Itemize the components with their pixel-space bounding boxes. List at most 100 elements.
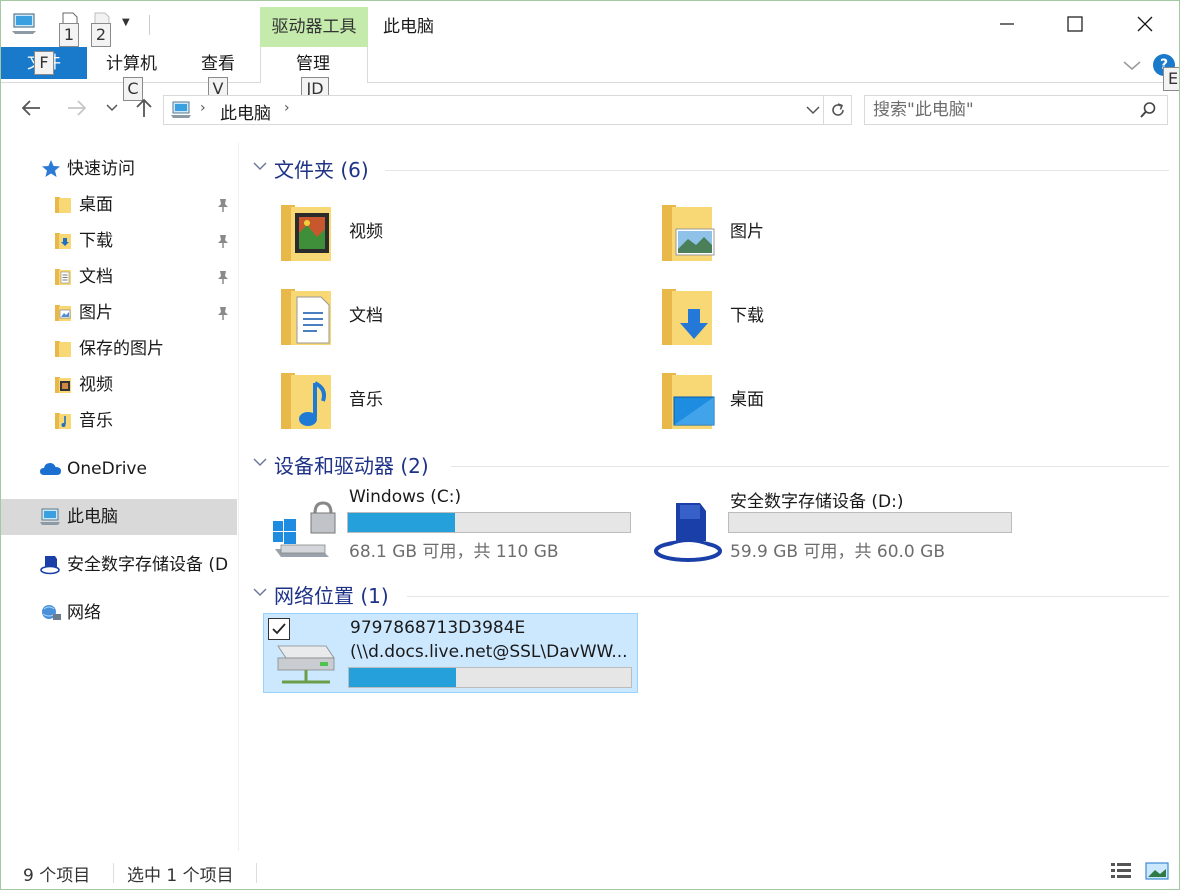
- pin-icon[interactable]: [215, 233, 231, 249]
- sd-card-icon: [654, 503, 722, 562]
- drive-usage-fill: [348, 513, 456, 532]
- download-folder-icon: [55, 233, 71, 249]
- search-box[interactable]: [864, 95, 1168, 125]
- sidebar-item-label: 网络: [67, 603, 101, 623]
- back-button[interactable]: [19, 96, 43, 120]
- up-button[interactable]: [132, 96, 156, 120]
- network-usage-fill: [349, 668, 457, 687]
- expand-ribbon-chevron-icon[interactable]: [1121, 55, 1143, 75]
- folder-tile-pictures[interactable]: 图片: [622, 193, 962, 269]
- picture-folder-icon: [662, 205, 715, 261]
- cloud-icon: [40, 463, 61, 475]
- sidebar-item-label: 图片: [79, 303, 113, 323]
- sidebar-item-saved-pictures[interactable]: 保存的图片: [1, 331, 237, 367]
- document-folder-icon: [281, 289, 331, 345]
- group-header-folders[interactable]: 文件夹 (6): [241, 147, 1179, 187]
- sidebar-item-onedrive[interactable]: OneDrive: [1, 451, 237, 487]
- sidebar-item-videos[interactable]: 视频: [1, 367, 237, 403]
- minimize-button[interactable]: [971, 1, 1043, 47]
- sidebar-item-network[interactable]: 网络: [1, 595, 237, 631]
- close-icon: [1137, 16, 1153, 32]
- folder-tile-videos[interactable]: 视频: [241, 193, 581, 269]
- computer-icon[interactable]: [11, 11, 39, 37]
- folder-tile-documents[interactable]: 文档: [241, 277, 581, 353]
- sidebar-item-label: 文档: [79, 267, 113, 287]
- music-folder-icon: [281, 373, 331, 429]
- window-title: 此电脑: [383, 17, 434, 37]
- sidebar-item-music[interactable]: 音乐: [1, 403, 237, 439]
- group-title: 设备和驱动器 (2): [274, 454, 429, 478]
- search-input[interactable]: [873, 99, 1133, 121]
- keytip-file: F: [34, 51, 54, 75]
- folder-label: 文档: [349, 306, 383, 326]
- navigation-bar: › 此电脑 ›: [1, 84, 1179, 134]
- chevron-down-icon: [253, 458, 267, 467]
- forward-button[interactable]: [65, 96, 89, 120]
- sidebar-item-label: 保存的图片: [79, 339, 164, 359]
- video-folder-icon: [55, 377, 71, 393]
- folder-label: 下载: [730, 306, 764, 326]
- drive-tile-d[interactable]: 安全数字存储设备 (D:) 59.9 GB 可用，共 60.0 GB: [622, 483, 1012, 567]
- close-button[interactable]: [1109, 1, 1179, 47]
- folder-tile-downloads[interactable]: 下载: [622, 277, 962, 353]
- network-location-tile[interactable]: 9797868713D3984E (\\d.docs.live.net@SSL\…: [263, 613, 638, 693]
- sidebar-item-this-pc[interactable]: 此电脑: [1, 499, 237, 535]
- group-divider: [451, 466, 1169, 467]
- folder-icon: [55, 341, 71, 357]
- folder-icon: [55, 197, 71, 213]
- folder-label: 视频: [349, 222, 383, 242]
- address-bar[interactable]: › 此电脑 ›: [163, 95, 852, 125]
- network-location-name: 9797868713D3984E: [350, 618, 526, 638]
- folder-tile-desktop[interactable]: 桌面: [622, 361, 962, 437]
- sidebar-item-label: 视频: [79, 375, 113, 395]
- refresh-icon: [831, 103, 844, 116]
- maximize-button[interactable]: [1039, 1, 1111, 47]
- group-header-devices[interactable]: 设备和驱动器 (2): [241, 443, 1179, 483]
- sidebar-item-desktop[interactable]: 桌面: [1, 187, 237, 223]
- group-header-network[interactable]: 网络位置 (1): [241, 573, 1179, 613]
- pin-icon[interactable]: [215, 269, 231, 285]
- video-folder-icon: [281, 205, 331, 261]
- sidebar-item-label: 安全数字存储设备 (D: [67, 555, 229, 575]
- sidebar-item-label: 快速访问: [67, 159, 135, 179]
- sidebar-item-label: 此电脑: [67, 507, 118, 527]
- status-bar: 9 个项目 选中 1 个项目: [1, 853, 1179, 889]
- group-title: 文件夹 (6): [274, 158, 369, 182]
- music-folder-icon: [55, 413, 71, 429]
- drive-free-space: 59.9 GB 可用，共 60.0 GB: [730, 542, 945, 562]
- sidebar-item-quick-access[interactable]: 快速访问: [1, 151, 237, 187]
- large-icons-view-icon[interactable]: [1145, 861, 1169, 881]
- drive-name: 安全数字存储设备 (D:): [730, 492, 904, 512]
- sidebar-item-documents[interactable]: 文档: [1, 259, 237, 295]
- drive-tools-tab[interactable]: 驱动器工具: [260, 7, 368, 47]
- computer-icon: [40, 508, 60, 525]
- sidebar-item-sd-card[interactable]: 安全数字存储设备 (D: [1, 547, 237, 583]
- sidebar-item-label: 音乐: [79, 411, 113, 431]
- sidebar-item-downloads[interactable]: 下载: [1, 223, 237, 259]
- computer-icon: [171, 101, 191, 118]
- network-icon: [42, 605, 61, 620]
- pin-icon[interactable]: [215, 305, 231, 321]
- content-pane: 文件夹 (6) 视频 图片 文档 下载 音乐 桌面 设备和驱动器 (2) Win…: [241, 143, 1179, 851]
- arrow-left-icon: [21, 100, 40, 116]
- status-item-count: 9 个项目: [23, 866, 91, 886]
- pin-icon[interactable]: [215, 197, 231, 213]
- folder-tile-music[interactable]: 音乐: [241, 361, 581, 437]
- group-divider: [407, 596, 1169, 597]
- search-icon[interactable]: [1139, 101, 1157, 119]
- recent-locations-button[interactable]: [100, 96, 124, 120]
- download-folder-icon: [662, 289, 712, 345]
- breadcrumb-separator-icon[interactable]: ›: [200, 100, 206, 116]
- arrow-right-icon: [68, 100, 87, 116]
- customize-toolbar-chevron-icon[interactable]: ▼: [122, 17, 136, 43]
- breadcrumb-this-pc[interactable]: 此电脑: [220, 99, 271, 124]
- details-view-icon[interactable]: [1109, 861, 1133, 881]
- star-icon: [42, 160, 60, 177]
- drive-tile-c[interactable]: Windows (C:) 68.1 GB 可用，共 110 GB: [241, 483, 631, 567]
- drive-usage-bar: [728, 512, 1012, 533]
- address-history-button[interactable]: [803, 100, 823, 120]
- sidebar-item-pictures[interactable]: 图片: [1, 295, 237, 331]
- breadcrumb-separator-icon[interactable]: ›: [284, 100, 290, 116]
- refresh-button[interactable]: [823, 96, 851, 124]
- toolbar-divider: [149, 15, 150, 35]
